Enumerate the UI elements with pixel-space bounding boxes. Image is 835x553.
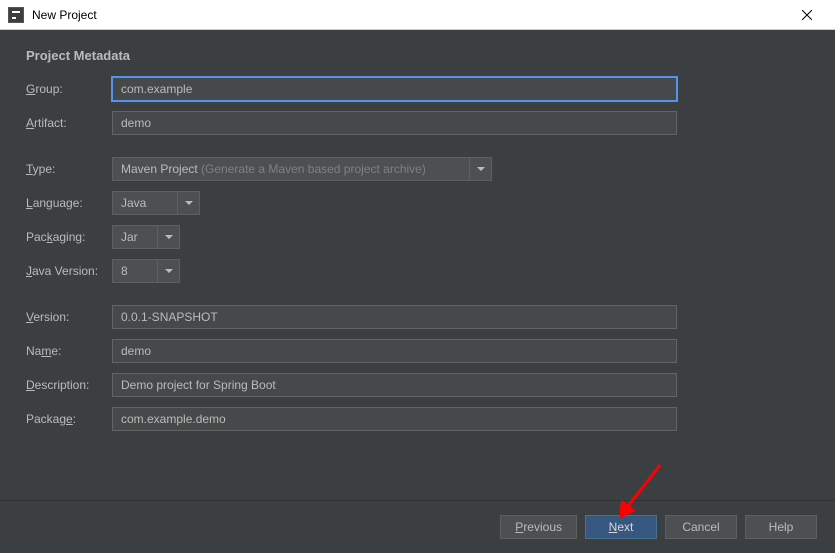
name-input[interactable] (112, 339, 677, 363)
group-input[interactable] (112, 77, 677, 101)
app-icon (8, 7, 24, 23)
chevron-down-icon[interactable] (469, 158, 491, 180)
button-bar: Previous Next Cancel Help (0, 500, 835, 553)
window-title: New Project (32, 8, 787, 22)
java-version-value: 8 (113, 264, 157, 278)
packaging-label: Packaging: (26, 230, 112, 244)
help-button[interactable]: Help (745, 515, 817, 539)
version-input[interactable] (112, 305, 677, 329)
package-input[interactable] (112, 407, 677, 431)
close-button[interactable] (787, 1, 827, 29)
artifact-label: Artifact: (26, 116, 112, 130)
next-button[interactable]: Next (585, 515, 657, 539)
language-label: Language: (26, 196, 112, 210)
description-input[interactable] (112, 373, 677, 397)
language-select[interactable]: Java (112, 191, 200, 215)
language-value: Java (113, 196, 177, 210)
titlebar: New Project (0, 0, 835, 30)
packaging-select[interactable]: Jar (112, 225, 180, 249)
artifact-input[interactable] (112, 111, 677, 135)
version-label: Version: (26, 310, 112, 324)
chevron-down-icon[interactable] (157, 226, 179, 248)
cancel-button[interactable]: Cancel (665, 515, 737, 539)
group-label: Group: (26, 82, 112, 96)
section-title: Project Metadata (26, 48, 809, 63)
chevron-down-icon[interactable] (177, 192, 199, 214)
type-value: Maven Project (121, 162, 198, 176)
chevron-down-icon[interactable] (157, 260, 179, 282)
dialog-body: Project Metadata Group: Artifact: Type: … (0, 30, 835, 500)
package-label: Package: (26, 412, 112, 426)
java-version-select[interactable]: 8 (112, 259, 180, 283)
packaging-value: Jar (113, 230, 157, 244)
previous-button[interactable]: Previous (500, 515, 577, 539)
type-label: Type: (26, 162, 112, 176)
type-select[interactable]: Maven Project (Generate a Maven based pr… (112, 157, 492, 181)
name-label: Name: (26, 344, 112, 358)
type-hint: (Generate a Maven based project archive) (201, 162, 426, 176)
description-label: Description: (26, 378, 112, 392)
java-version-label: Java Version: (26, 264, 112, 278)
